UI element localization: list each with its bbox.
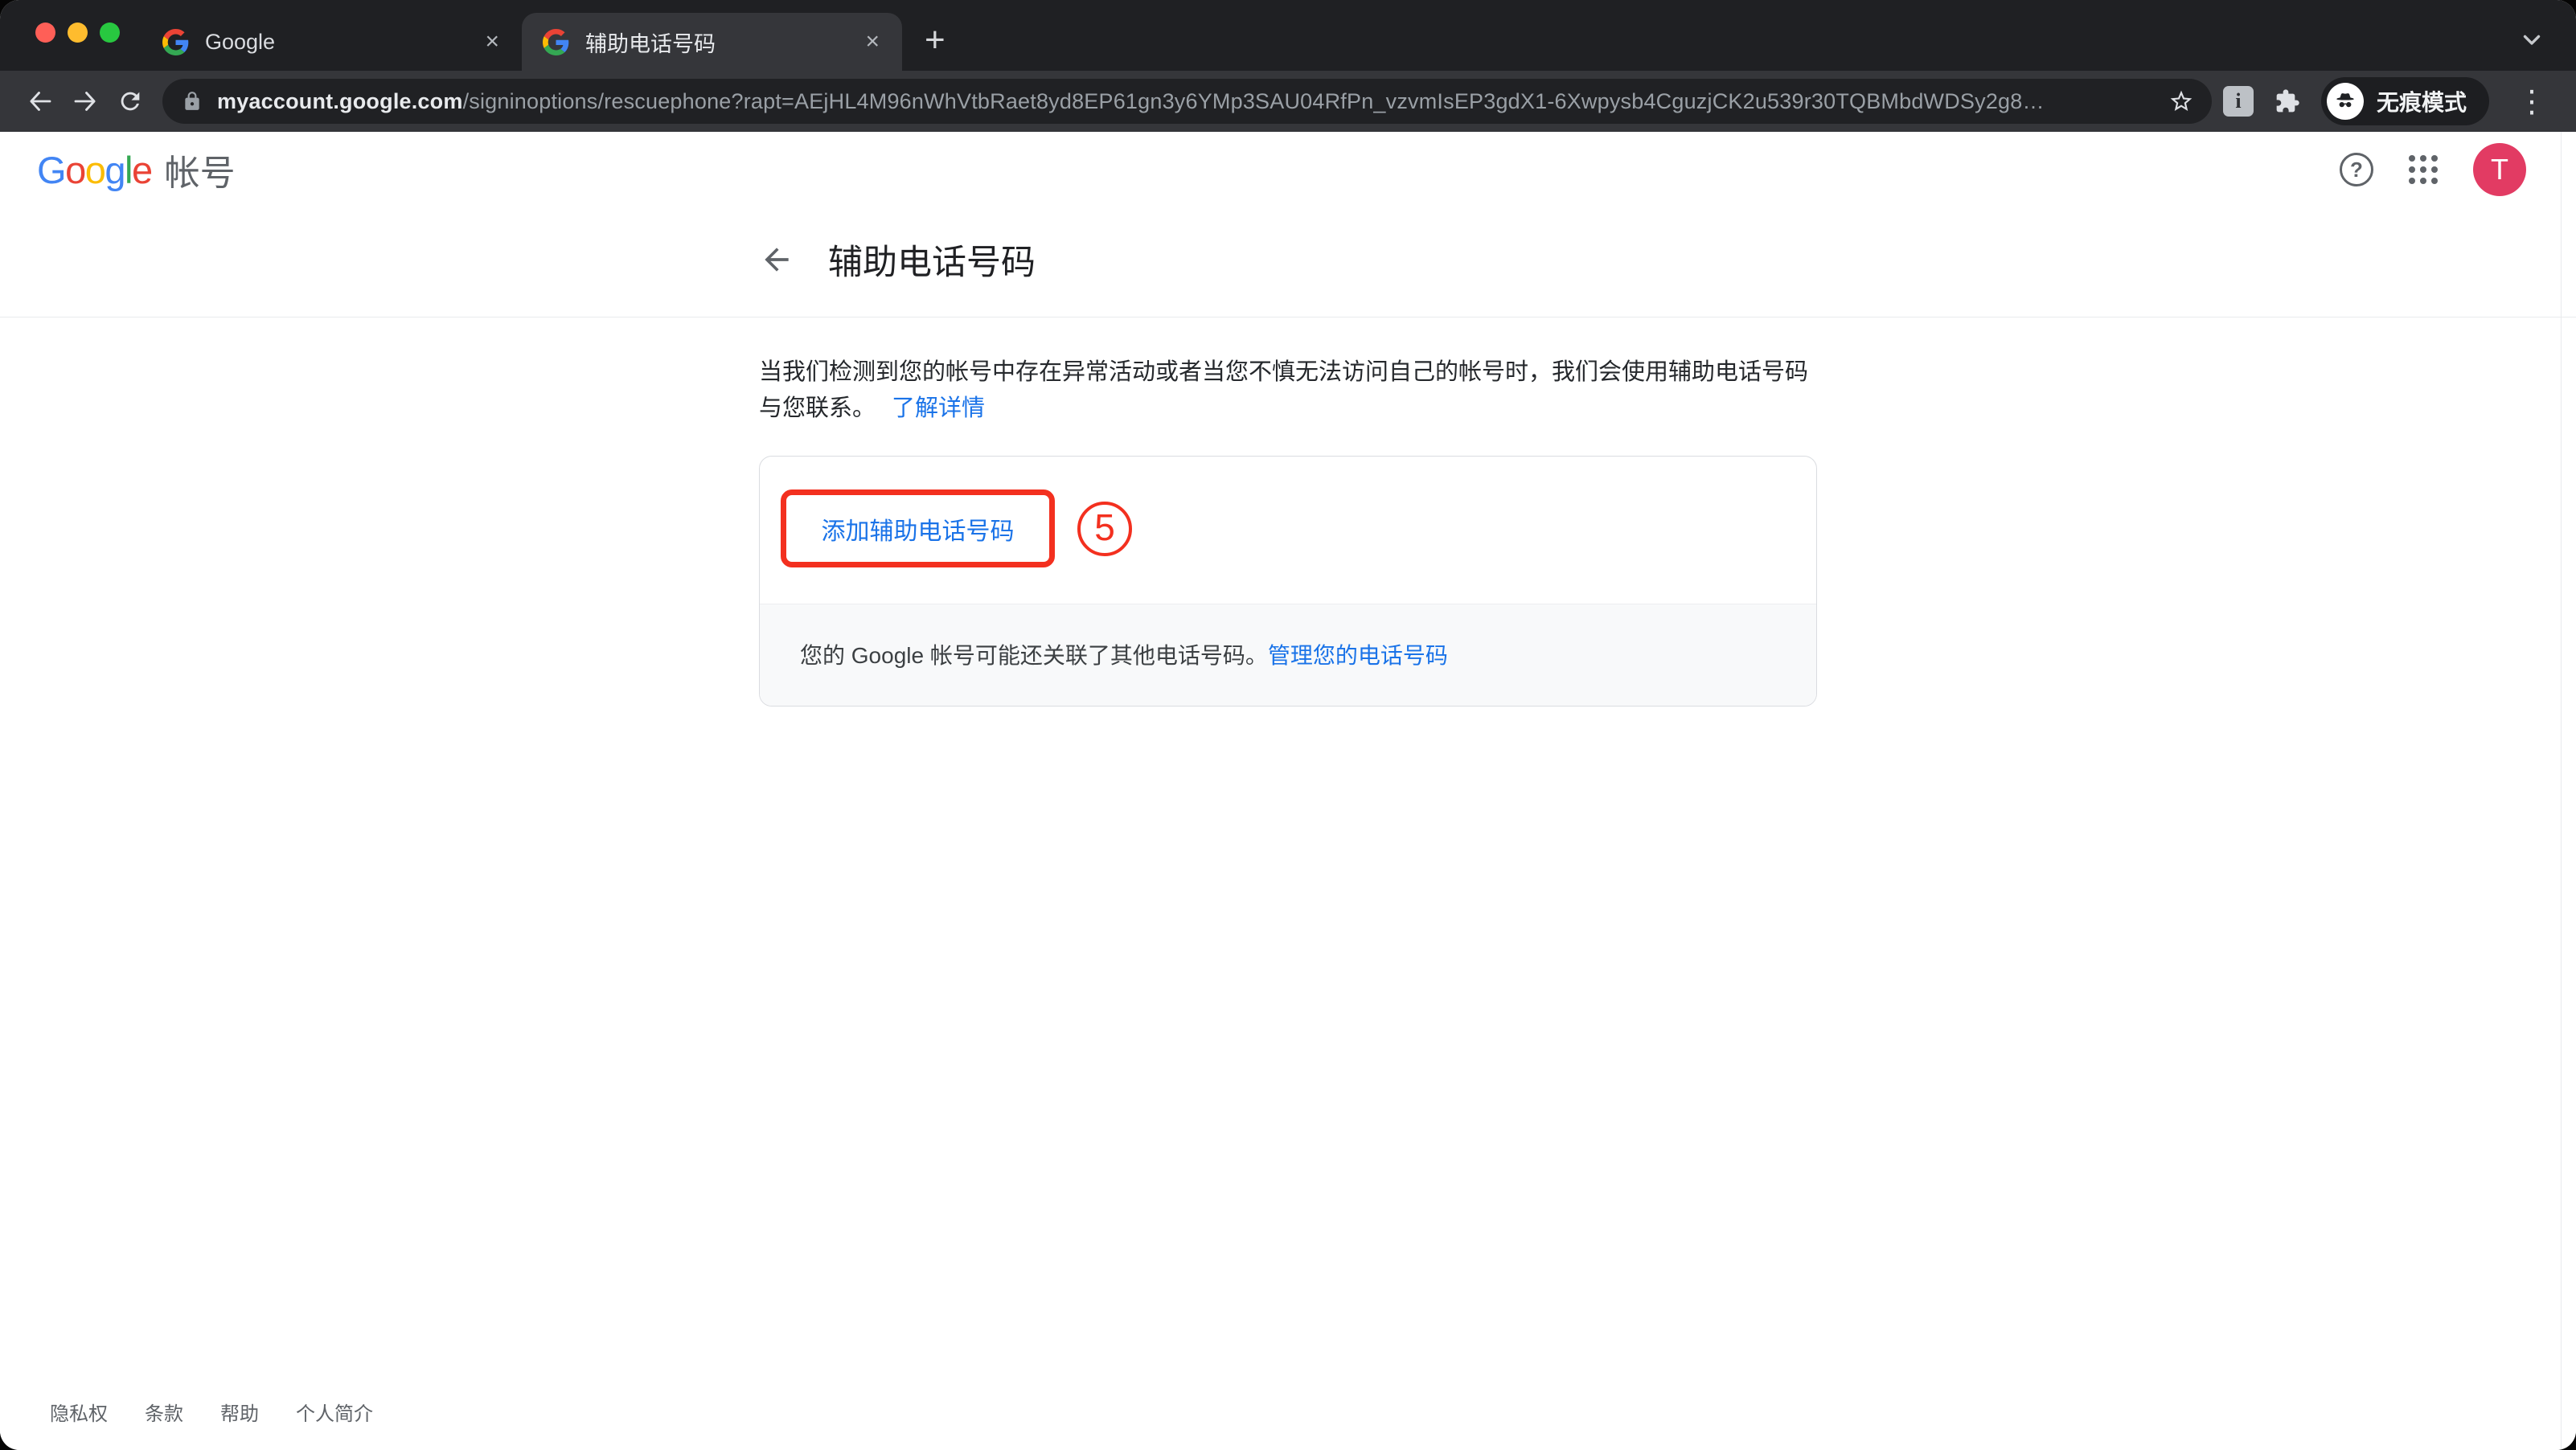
card-footer-section: 您的 Google 帐号可能还关联了其他电话号码。管理您的电话号码 xyxy=(760,604,1816,706)
lock-icon[interactable] xyxy=(182,91,203,112)
annotation-circle-5: 5 xyxy=(1077,502,1132,556)
chrome-menu-icon[interactable]: ⋮ xyxy=(2510,84,2553,120)
address-bar[interactable]: myaccount.google.com/signinoptions/rescu… xyxy=(162,79,2212,124)
avatar[interactable]: T xyxy=(2473,143,2526,196)
url-domain: myaccount.google.com xyxy=(217,89,463,113)
learn-more-link[interactable]: 了解详情 xyxy=(892,395,985,421)
incognito-icon xyxy=(2327,83,2364,120)
logo-letter: l xyxy=(125,148,132,192)
logo-letter: o xyxy=(85,148,105,192)
logo-letter: e xyxy=(132,148,152,192)
google-favicon-icon xyxy=(162,29,189,55)
tab-search-chevron-icon[interactable] xyxy=(2518,26,2545,57)
account-header: Google 帐号 ? T xyxy=(0,132,2576,207)
back-button[interactable] xyxy=(18,79,63,124)
footer-link-profile[interactable]: 个人简介 xyxy=(296,1398,373,1426)
manage-phone-numbers-link[interactable]: 管理您的电话号码 xyxy=(1268,643,1448,668)
pinned-extension-icon[interactable]: i xyxy=(2223,86,2254,117)
window-controls xyxy=(35,23,120,43)
reload-button[interactable] xyxy=(108,79,153,124)
tab-close-icon[interactable]: × xyxy=(480,28,504,55)
footer-link-terms[interactable]: 条款 xyxy=(145,1398,183,1426)
scrollbar-track[interactable] xyxy=(2561,132,2562,1450)
recovery-phone-card: 添加辅助电话号码 5 您的 Google 帐号可能还关联了其他电话号码。管理您的… xyxy=(759,456,1817,707)
forward-button[interactable] xyxy=(63,79,108,124)
tab-label: Google xyxy=(205,30,480,55)
help-icon[interactable]: ? xyxy=(2340,153,2373,186)
title-section: 辅助电话号码 xyxy=(0,207,2576,317)
main-content: 当我们检测到您的帐号中存在异常活动或者当您不慎无法访问自己的帐号时，我们会使用辅… xyxy=(759,354,1817,707)
tab-strip: Google × 辅助电话号码 × + xyxy=(0,0,2576,71)
header-icons: ? T xyxy=(2340,143,2526,196)
apps-grid-icon[interactable] xyxy=(2409,155,2438,184)
add-recovery-phone-link[interactable]: 添加辅助电话号码 xyxy=(822,511,1015,547)
browser-window: Google × 辅助电话号码 × + xyxy=(0,0,2576,1450)
tab-label: 辅助电话号码 xyxy=(585,27,860,58)
toolbar-right-cluster: i 无痕模式 ⋮ xyxy=(2223,77,2558,125)
card-top-section: 添加辅助电话号码 5 xyxy=(760,457,1816,604)
url-text: myaccount.google.com/signinoptions/rescu… xyxy=(217,89,2156,114)
bookmark-star-icon[interactable] xyxy=(2168,88,2194,114)
tab-recovery-phone[interactable]: 辅助电话号码 × xyxy=(522,13,902,71)
footer-link-privacy[interactable]: 隐私权 xyxy=(50,1398,108,1426)
logo-suffix-label: 帐号 xyxy=(165,144,236,195)
page-footer: 隐私权 条款 帮助 个人简介 xyxy=(50,1398,373,1426)
incognito-badge: 无痕模式 xyxy=(2321,77,2489,125)
footer-link-help[interactable]: 帮助 xyxy=(220,1398,259,1426)
card-footer-text: 您的 Google 帐号可能还关联了其他电话号码。 xyxy=(800,643,1268,668)
browser-toolbar: myaccount.google.com/signinoptions/rescu… xyxy=(0,71,2576,132)
window-minimize-button[interactable] xyxy=(68,23,88,43)
new-tab-button[interactable]: + xyxy=(925,23,945,58)
logo-letter: G xyxy=(37,148,65,192)
google-favicon-icon xyxy=(543,29,569,55)
tab-google[interactable]: Google × xyxy=(142,13,522,71)
extensions-puzzle-icon[interactable] xyxy=(2275,88,2300,114)
url-path: /signinoptions/rescuephone?rapt=AEjHL4M9… xyxy=(463,89,2045,113)
window-close-button[interactable] xyxy=(35,23,55,43)
page-title: 辅助电话号码 xyxy=(828,235,1036,285)
window-zoom-button[interactable] xyxy=(100,23,120,43)
logo-letter: g xyxy=(105,148,125,192)
page-back-arrow-icon[interactable] xyxy=(759,242,794,277)
tab-close-icon[interactable]: × xyxy=(860,28,884,55)
incognito-label: 无痕模式 xyxy=(2377,85,2467,117)
google-account-logo[interactable]: Google 帐号 xyxy=(37,144,236,195)
annotation-red-box: 添加辅助电话号码 xyxy=(781,489,1055,567)
logo-letter: o xyxy=(65,148,85,192)
intro-paragraph: 当我们检测到您的帐号中存在异常活动或者当您不慎无法访问自己的帐号时，我们会使用辅… xyxy=(759,354,1817,427)
page-content: Google 帐号 ? T 辅助电话号码 当我们检测到您的帐号中存在异常活动或者… xyxy=(0,132,2576,1450)
tabs: Google × 辅助电话号码 × + xyxy=(142,0,945,71)
